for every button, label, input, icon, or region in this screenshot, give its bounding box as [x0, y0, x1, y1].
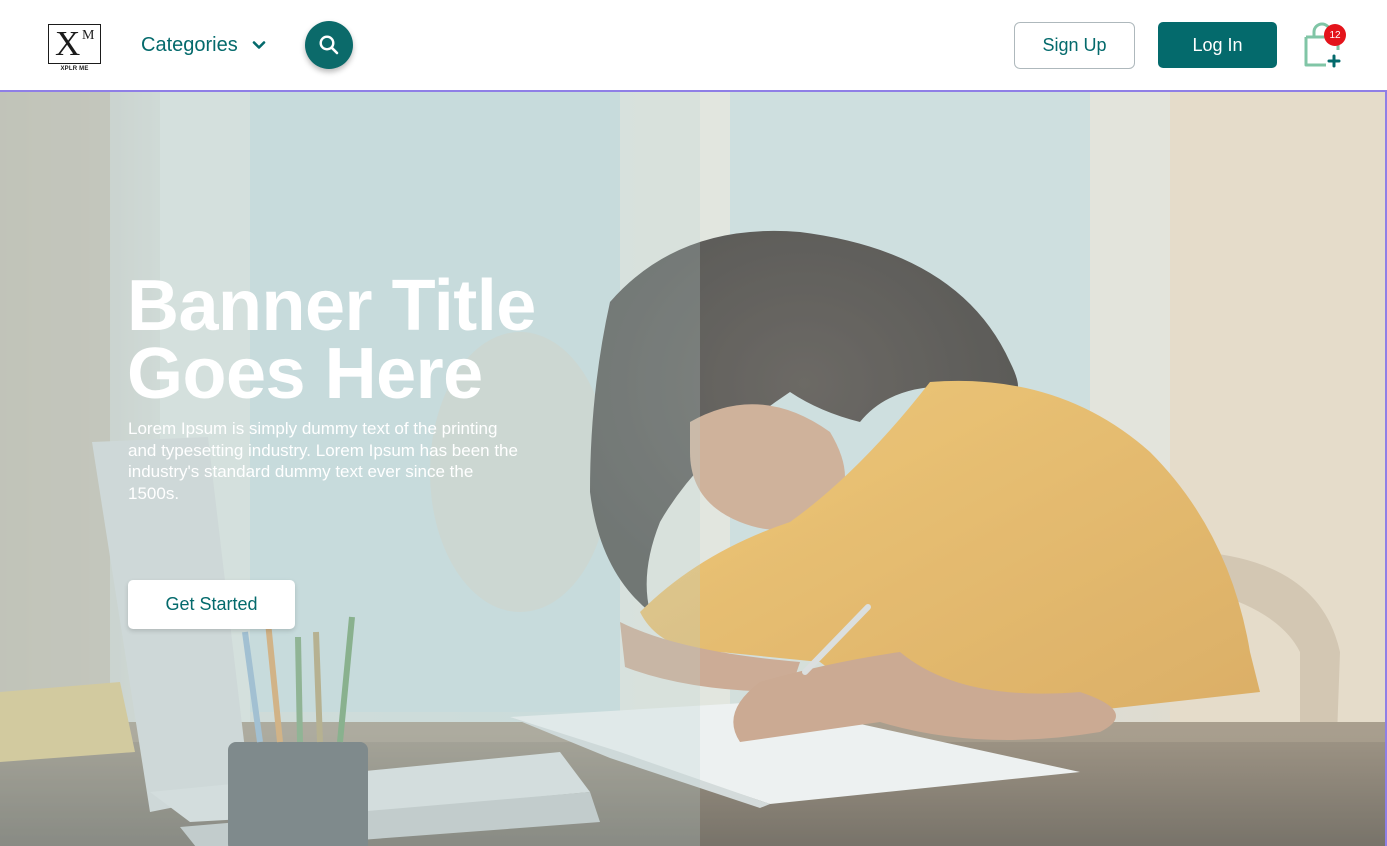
landing-page: X M XPLR ME Categories Sign Up Log In 12… — [0, 0, 1387, 846]
login-button[interactable]: Log In — [1158, 22, 1277, 68]
banner-title-line-2: Goes Here — [127, 334, 483, 414]
signup-button[interactable]: Sign Up — [1014, 22, 1135, 69]
categories-label: Categories — [141, 33, 238, 56]
brand-logo[interactable]: X M XPLR ME — [48, 24, 101, 74]
logo-mark: X — [55, 24, 80, 63]
cart-button[interactable]: 12 — [1300, 20, 1350, 70]
banner-description: Lorem Ipsum is simply dummy text of the … — [128, 419, 518, 503]
logo-frame: X M — [48, 24, 101, 64]
logo-wordmark: XPLR ME — [60, 66, 89, 72]
cart-count-badge: 12 — [1324, 24, 1346, 46]
get-started-button[interactable]: Get Started — [128, 580, 295, 629]
categories-dropdown[interactable]: Categories — [141, 33, 266, 57]
banner-title: Banner Title Goes Here — [127, 270, 607, 410]
hero-banner: Banner Title Goes Here Lorem Ipsum is si… — [0, 90, 1387, 846]
chevron-down-icon — [252, 41, 266, 49]
logo-mark-small: M — [82, 28, 95, 43]
search-button[interactable] — [305, 21, 353, 69]
search-icon — [319, 35, 339, 55]
top-navbar: X M XPLR ME Categories Sign Up Log In 12 — [0, 0, 1387, 90]
